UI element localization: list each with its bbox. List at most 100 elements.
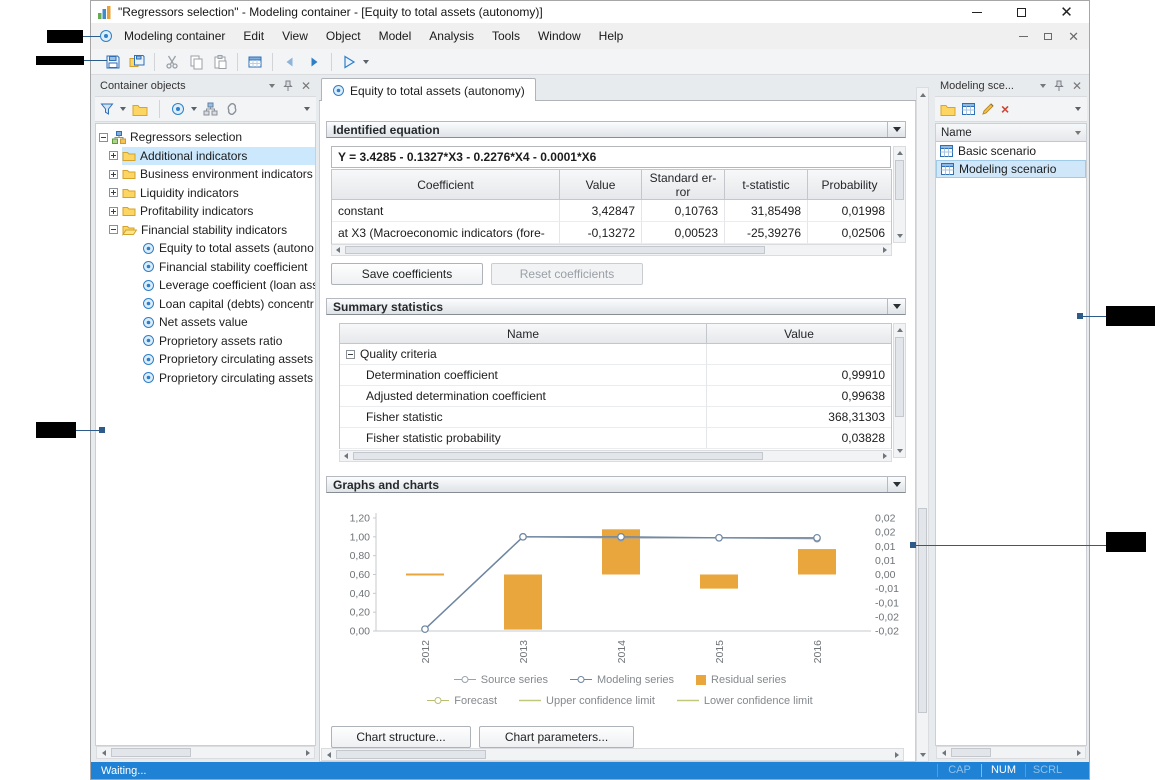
panel-toolbar-caret[interactable] xyxy=(1075,107,1081,111)
column-header[interactable]: Probability xyxy=(808,170,891,200)
tree-model-row[interactable]: Proprietory circulating assets xyxy=(96,369,315,388)
cut-button[interactable] xyxy=(160,51,184,73)
collapse-section-button[interactable] xyxy=(887,477,905,492)
new-folder-icon[interactable] xyxy=(940,103,956,116)
menu-help[interactable]: Help xyxy=(590,23,633,49)
table-row[interactable]: at X3 (Macroeconomic indicators (fore- -… xyxy=(332,222,891,244)
scroll-down-icon[interactable] xyxy=(917,748,928,761)
link-icon[interactable] xyxy=(224,102,240,116)
column-header[interactable]: Standard er- ror xyxy=(642,170,725,200)
maximize-button[interactable] xyxy=(999,1,1044,23)
left-panel-hscrollbar[interactable] xyxy=(96,746,315,759)
scroll-up-icon[interactable] xyxy=(894,324,905,336)
equation-vscrollbar[interactable] xyxy=(893,146,906,243)
menu-object[interactable]: Object xyxy=(317,23,370,49)
scroll-left-icon[interactable] xyxy=(332,245,344,255)
scroll-down-icon[interactable] xyxy=(894,445,905,457)
model-chart[interactable]: 1,201,000,800,600,400,200,000,020,020,01… xyxy=(340,503,910,675)
scroll-right-icon[interactable] xyxy=(879,245,891,255)
summary-statistics-header[interactable]: Summary statistics xyxy=(326,298,906,315)
column-header[interactable]: Coefficient xyxy=(332,170,560,200)
column-header[interactable]: Value xyxy=(560,170,642,200)
save-button[interactable] xyxy=(101,51,125,73)
save-coefficients-button[interactable]: Save coefficients xyxy=(331,263,483,285)
new-folder-icon[interactable] xyxy=(132,103,148,116)
expand-expander[interactable] xyxy=(109,188,118,197)
paste-button[interactable] xyxy=(208,51,232,73)
pin-icon[interactable] xyxy=(283,80,293,92)
scroll-left-icon[interactable] xyxy=(97,747,110,758)
tree-model-row[interactable]: Proprietory circulating assets xyxy=(96,350,315,369)
panel-toolbar-caret[interactable] xyxy=(304,107,310,111)
scroll-thumb[interactable] xyxy=(951,748,991,757)
chart-parameters-button[interactable]: Chart parameters... xyxy=(479,726,634,748)
column-header[interactable]: Value xyxy=(707,324,891,344)
tree-model-row[interactable]: Loan capital (debts) concentr xyxy=(96,295,315,314)
save-all-button[interactable] xyxy=(125,51,149,73)
expand-expander[interactable] xyxy=(109,207,118,216)
mdi-close-button[interactable]: ✕ xyxy=(1068,30,1079,43)
scroll-thumb[interactable] xyxy=(336,750,486,759)
filter-caret[interactable] xyxy=(120,107,126,111)
table-row[interactable]: Determination coefficient 0,99910 xyxy=(340,365,891,386)
expand-expander[interactable] xyxy=(109,170,118,179)
tree-folder-row[interactable]: Profitability indicators xyxy=(96,202,315,221)
group-row[interactable]: Quality criteria xyxy=(340,344,891,365)
column-header[interactable]: t-statistic xyxy=(725,170,808,200)
scenario-item-basic[interactable]: Basic scenario xyxy=(936,142,1086,160)
new-scenario-icon[interactable] xyxy=(962,103,975,115)
tree-folder-row[interactable]: Additional indicators xyxy=(96,147,315,166)
scroll-thumb[interactable] xyxy=(895,337,904,417)
identification-report-button[interactable] xyxy=(243,51,267,73)
model-tool-icon[interactable] xyxy=(171,102,185,116)
scroll-thumb[interactable] xyxy=(895,160,904,200)
scroll-right-icon[interactable] xyxy=(879,451,891,461)
scroll-right-icon[interactable] xyxy=(1072,747,1085,758)
menu-edit[interactable]: Edit xyxy=(234,23,273,49)
main-vscrollbar[interactable] xyxy=(916,87,929,762)
table-row[interactable]: Fisher statistic probability 0,03828 xyxy=(340,428,891,449)
menu-analysis[interactable]: Analysis xyxy=(420,23,483,49)
scroll-up-icon[interactable] xyxy=(894,147,905,159)
menu-tools[interactable]: Tools xyxy=(483,23,529,49)
model-tool-caret[interactable] xyxy=(191,107,197,111)
tree-model-row[interactable]: Proprietory assets ratio xyxy=(96,332,315,351)
delete-icon[interactable]: × xyxy=(1001,102,1009,116)
scenario-item-modeling[interactable]: Modeling scenario xyxy=(936,160,1086,178)
menu-window[interactable]: Window xyxy=(529,23,590,49)
tree-folder-row[interactable]: Financial stability indicators xyxy=(96,221,315,240)
scroll-right-icon[interactable] xyxy=(301,747,314,758)
column-filter-caret[interactable] xyxy=(1075,131,1081,135)
panel-close-icon[interactable]: ✕ xyxy=(1072,80,1082,92)
copy-button[interactable] xyxy=(184,51,208,73)
column-header[interactable]: Name xyxy=(340,324,707,344)
run-button[interactable] xyxy=(337,51,361,73)
tree-model-row[interactable]: Equity to total assets (autono xyxy=(96,239,315,258)
back-button[interactable] xyxy=(278,51,302,73)
run-dropdown-caret[interactable] xyxy=(363,60,369,64)
scenario-column-header[interactable]: Name xyxy=(936,124,1086,142)
mdi-minimize-button[interactable] xyxy=(1019,36,1028,37)
panel-close-icon[interactable]: ✕ xyxy=(301,80,311,92)
menu-model[interactable]: Model xyxy=(370,23,421,49)
scroll-right-icon[interactable] xyxy=(890,749,903,760)
panel-menu-caret[interactable] xyxy=(269,84,275,88)
collapse-expander[interactable] xyxy=(99,133,108,142)
scroll-thumb[interactable] xyxy=(345,246,765,254)
edit-icon[interactable] xyxy=(981,102,995,116)
scroll-left-icon[interactable] xyxy=(322,749,335,760)
close-button[interactable]: ✕ xyxy=(1044,1,1089,23)
tree-model-row[interactable]: Net assets value xyxy=(96,313,315,332)
pin-icon[interactable] xyxy=(1054,80,1064,92)
scroll-left-icon[interactable] xyxy=(937,747,950,758)
summary-hscrollbar[interactable] xyxy=(339,450,892,462)
minimize-button[interactable] xyxy=(954,1,999,23)
summary-vscrollbar[interactable] xyxy=(893,323,906,458)
table-row[interactable]: Adjusted determination coefficient 0,996… xyxy=(340,386,891,407)
scroll-down-icon[interactable] xyxy=(894,230,905,242)
forward-button[interactable] xyxy=(302,51,326,73)
tree-model-row[interactable]: Leverage coefficient (loan ass xyxy=(96,276,315,295)
identified-equation-header[interactable]: Identified equation xyxy=(326,121,906,138)
tab-equity-to-total-assets[interactable]: Equity to total assets (autonomy) xyxy=(321,78,536,102)
equation-hscrollbar[interactable] xyxy=(331,244,892,256)
